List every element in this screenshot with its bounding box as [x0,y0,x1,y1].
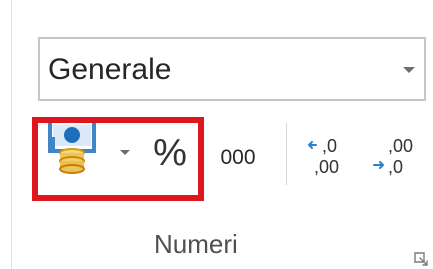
svg-text:,00: ,00 [314,157,339,177]
comma-style-button[interactable]: 000 [213,143,263,173]
number-format-dropdown[interactable]: Generale [38,37,426,101]
group-title: Numeri [154,229,238,259]
decrease-decimal-button[interactable]: ,00 ,0 [370,132,416,180]
ribbon-number-group: Generale % 000 ,0 ,00 ,00 ,0 Numeri [0,0,433,269]
increase-decimal-icon: ,0 ,00 [308,136,339,177]
chevron-down-icon[interactable] [403,67,415,73]
svg-text:,0: ,0 [322,136,337,156]
dialog-launcher-icon [414,252,428,266]
toolbar-separator [286,123,287,185]
group-divider [11,0,12,269]
dialog-launcher-button[interactable] [414,252,428,266]
svg-text:,0: ,0 [388,157,403,177]
svg-text:,00: ,00 [388,136,413,156]
number-format-value: Generale [48,53,172,86]
increase-decimal-button[interactable]: ,0 ,00 [306,132,352,180]
decrease-decimal-icon: ,00 ,0 [373,136,413,177]
highlight-frame [32,117,204,201]
